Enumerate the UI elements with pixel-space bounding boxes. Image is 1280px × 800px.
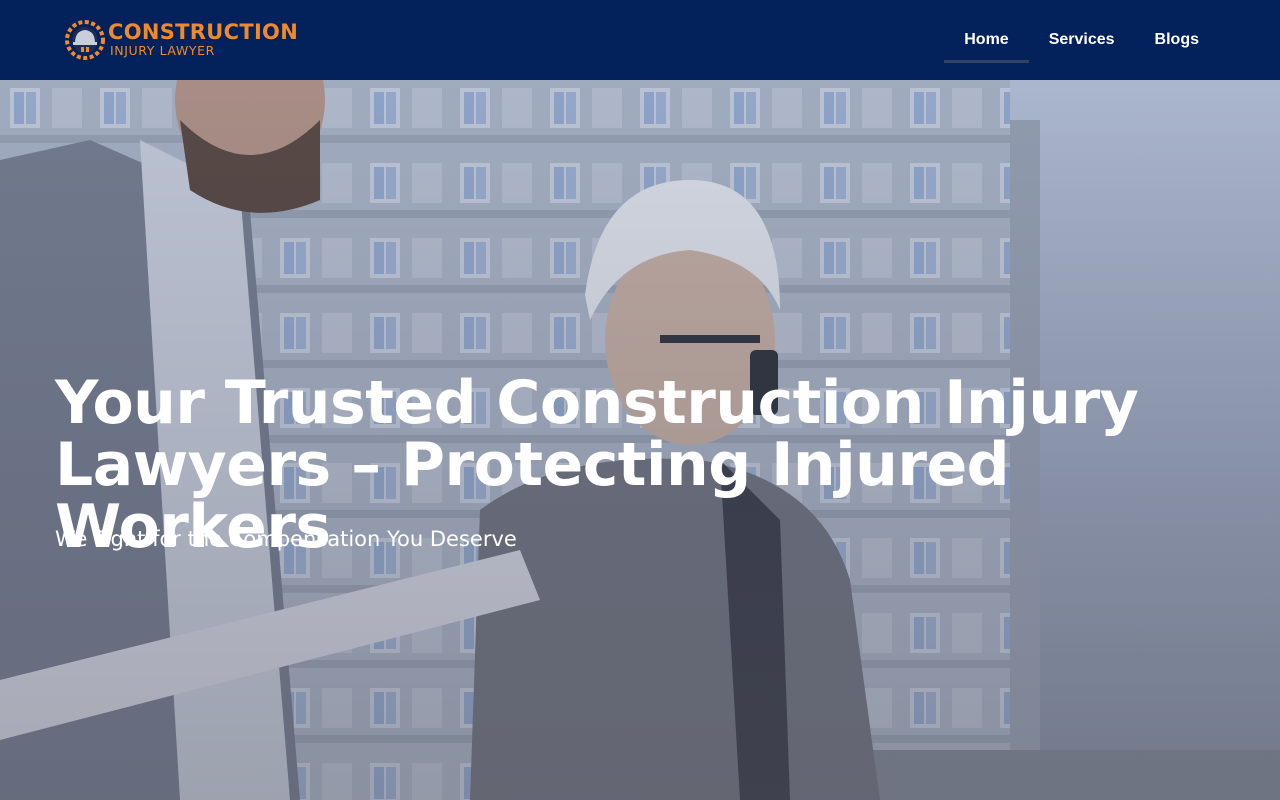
nav-item-home[interactable]: Home: [944, 0, 1030, 80]
site-logo[interactable]: CONSTRUCTION INJURY LAWYER: [64, 18, 314, 62]
logo-tagline: INJURY LAWYER: [110, 43, 215, 59]
site-header: CONSTRUCTION INJURY LAWYER Home Services…: [0, 0, 1280, 80]
helmet-logo-icon: [65, 20, 105, 60]
hero-section: Your Trusted Construction Injury Lawyers…: [0, 80, 1280, 800]
main-nav: Home Services Blogs: [944, 0, 1219, 80]
nav-item-services[interactable]: Services: [1029, 0, 1135, 80]
nav-item-blogs[interactable]: Blogs: [1135, 0, 1219, 80]
logo-name: CONSTRUCTION: [108, 20, 299, 45]
hero-subtitle: We Fight for the Compensation You Deserv…: [55, 527, 517, 551]
